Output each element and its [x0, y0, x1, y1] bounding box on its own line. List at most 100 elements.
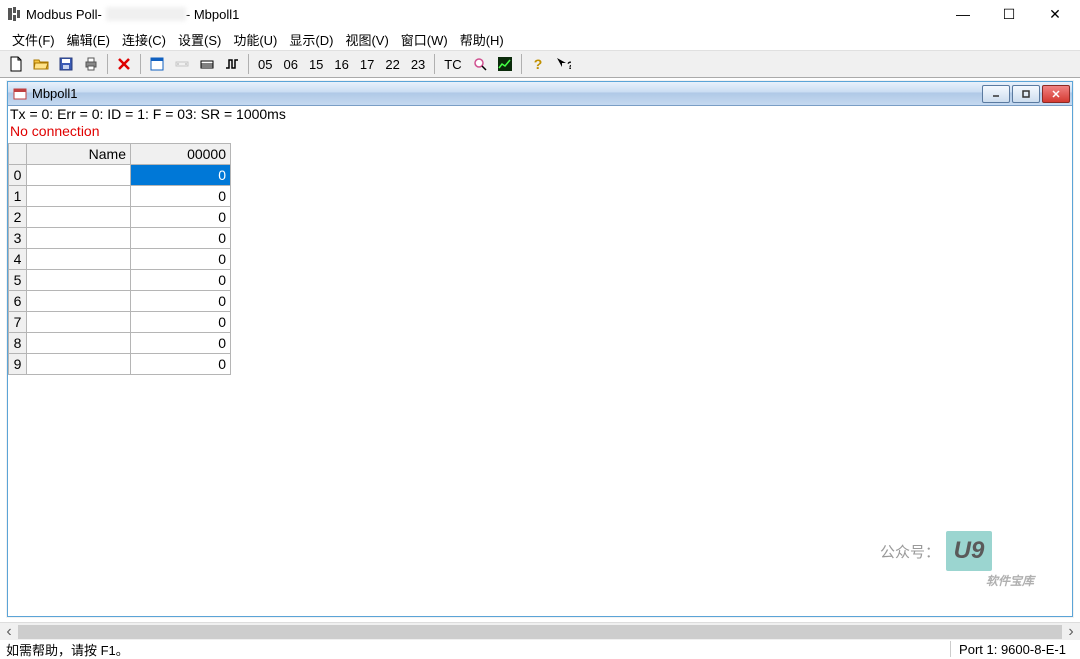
window-title-suffix: - Mbpoll1: [186, 7, 239, 22]
menu-file[interactable]: 文件(F): [6, 29, 61, 50]
table-row[interactable]: 20: [9, 207, 231, 228]
mdi-client-area: Mbpoll1 Tx = 0: Err = 0: ID = 1: F = 03:…: [4, 78, 1076, 620]
row-value-cell[interactable]: 0: [131, 270, 231, 291]
table-row[interactable]: 80: [9, 333, 231, 354]
row-value-cell[interactable]: 0: [131, 249, 231, 270]
chart-icon[interactable]: [493, 52, 517, 76]
row-value-cell[interactable]: 0: [131, 207, 231, 228]
pulse-icon[interactable]: [220, 52, 244, 76]
row-index[interactable]: 5: [9, 270, 27, 291]
child-window-icon: [12, 86, 28, 102]
scroll-left-arrow-icon[interactable]: ‹: [0, 623, 18, 641]
row-value-cell[interactable]: 0: [131, 165, 231, 186]
row-name-cell[interactable]: [27, 291, 131, 312]
grid-header-value[interactable]: 00000: [131, 144, 231, 165]
child-maximize-button[interactable]: [1012, 85, 1040, 103]
child-window-mbpoll1: Mbpoll1 Tx = 0: Err = 0: ID = 1: F = 03:…: [7, 81, 1073, 617]
fn-22-button[interactable]: 22: [380, 52, 404, 76]
window-icon[interactable]: [145, 52, 169, 76]
row-name-cell[interactable]: [27, 354, 131, 375]
row-name-cell[interactable]: [27, 333, 131, 354]
save-icon[interactable]: [54, 52, 78, 76]
row-value-cell[interactable]: 0: [131, 354, 231, 375]
row-name-cell[interactable]: [27, 270, 131, 291]
context-help-icon[interactable]: ?: [551, 52, 575, 76]
child-close-button[interactable]: [1042, 85, 1070, 103]
menu-function[interactable]: 功能(U): [227, 29, 283, 50]
watermark-sub: 软件宝库: [986, 572, 1034, 589]
row-index[interactable]: 3: [9, 228, 27, 249]
fn-17-button[interactable]: 17: [355, 52, 379, 76]
search-icon[interactable]: [468, 52, 492, 76]
menu-edit[interactable]: 编辑(E): [61, 29, 116, 50]
table-row[interactable]: 60: [9, 291, 231, 312]
fn-15-button[interactable]: 15: [304, 52, 328, 76]
row-value-cell[interactable]: 0: [131, 228, 231, 249]
table-row[interactable]: 10: [9, 186, 231, 207]
fn-16-button[interactable]: 16: [329, 52, 353, 76]
table-row[interactable]: 40: [9, 249, 231, 270]
comm-icon: [170, 52, 194, 76]
register-grid[interactable]: Name 00000 00102030405060708090: [8, 143, 231, 375]
row-index[interactable]: 9: [9, 354, 27, 375]
watermark: 公众号： U9 软件宝库: [880, 531, 992, 571]
new-file-icon[interactable]: [4, 52, 28, 76]
horizontal-scrollbar[interactable]: ‹ ›: [0, 622, 1080, 640]
delete-icon[interactable]: [112, 52, 136, 76]
watermark-prefix: 公众号：: [880, 541, 940, 562]
row-index[interactable]: 6: [9, 291, 27, 312]
open-file-icon[interactable]: [29, 52, 53, 76]
scroll-track[interactable]: [18, 623, 1062, 641]
child-titlebar[interactable]: Mbpoll1: [8, 82, 1072, 106]
row-name-cell[interactable]: [27, 249, 131, 270]
fn-06-button[interactable]: 06: [278, 52, 302, 76]
watermark-logo: U9 软件宝库: [946, 531, 992, 571]
table-row[interactable]: 90: [9, 354, 231, 375]
table-row[interactable]: 70: [9, 312, 231, 333]
window-maximize-button[interactable]: ☐: [986, 0, 1032, 28]
row-value-cell[interactable]: 0: [131, 186, 231, 207]
menu-view[interactable]: 视图(V): [339, 29, 394, 50]
child-minimize-button[interactable]: [982, 85, 1010, 103]
row-name-cell[interactable]: [27, 165, 131, 186]
menu-settings[interactable]: 设置(S): [172, 29, 227, 50]
fn-05-button[interactable]: 05: [253, 52, 277, 76]
traffic-icon[interactable]: [195, 52, 219, 76]
row-name-cell[interactable]: [27, 207, 131, 228]
window-minimize-button[interactable]: —: [940, 0, 986, 28]
row-index[interactable]: 0: [9, 165, 27, 186]
table-row[interactable]: 50: [9, 270, 231, 291]
window-title-prefix: Modbus Poll-: [26, 7, 102, 22]
row-index[interactable]: 2: [9, 207, 27, 228]
print-icon[interactable]: [79, 52, 103, 76]
menu-help[interactable]: 帮助(H): [454, 29, 510, 50]
menu-connect[interactable]: 连接(C): [116, 29, 172, 50]
menubar: 文件(F) 编辑(E) 连接(C) 设置(S) 功能(U) 显示(D) 视图(V…: [0, 28, 1080, 50]
table-row[interactable]: 00: [9, 165, 231, 186]
row-index[interactable]: 8: [9, 333, 27, 354]
app-icon: [6, 6, 22, 22]
row-value-cell[interactable]: 0: [131, 312, 231, 333]
window-title-redacted: [106, 7, 186, 21]
menu-display[interactable]: 显示(D): [283, 29, 339, 50]
row-name-cell[interactable]: [27, 228, 131, 249]
tc-button[interactable]: TC: [439, 52, 466, 76]
row-name-cell[interactable]: [27, 312, 131, 333]
row-index[interactable]: 1: [9, 186, 27, 207]
grid-header-index[interactable]: [9, 144, 27, 165]
menu-window[interactable]: 窗口(W): [395, 29, 454, 50]
row-value-cell[interactable]: 0: [131, 291, 231, 312]
scroll-right-arrow-icon[interactable]: ›: [1062, 623, 1080, 641]
window-titlebar: Modbus Poll- - Mbpoll1 — ☐ ✕: [0, 0, 1080, 28]
row-index[interactable]: 7: [9, 312, 27, 333]
help-icon[interactable]: ?: [526, 52, 550, 76]
fn-23-button[interactable]: 23: [406, 52, 430, 76]
row-index[interactable]: 4: [9, 249, 27, 270]
scroll-thumb[interactable]: [18, 625, 1062, 639]
window-close-button[interactable]: ✕: [1032, 0, 1078, 28]
row-name-cell[interactable]: [27, 186, 131, 207]
grid-header-name[interactable]: Name: [27, 144, 131, 165]
row-value-cell[interactable]: 0: [131, 333, 231, 354]
table-row[interactable]: 30: [9, 228, 231, 249]
statusbar-help-text: 如需帮助，请按 F1。: [6, 640, 129, 659]
